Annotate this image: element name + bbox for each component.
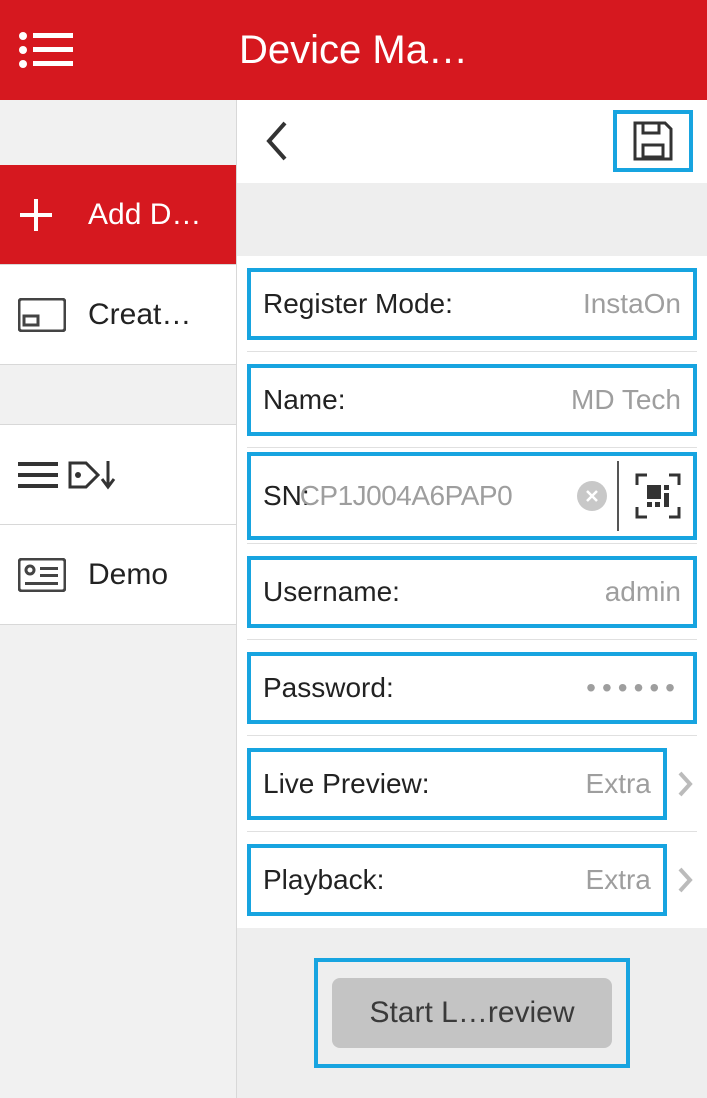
row-sn[interactable]: SN: CP1J004A6PAP0 [247,448,697,544]
tag-sort-icon [68,455,138,495]
row-live-preview[interactable]: Live Preview: Extra [247,736,697,832]
clear-icon[interactable] [577,481,607,511]
username-input[interactable]: admin [400,576,681,608]
row-password[interactable]: Password: •••••• [247,640,697,736]
app-header: Device Ma… [0,0,707,100]
field-value: Extra [384,864,650,896]
name-input[interactable]: MD Tech [345,384,681,416]
back-button[interactable] [251,116,301,166]
sidebar-item-demo[interactable]: Demo [0,525,236,625]
card-icon [18,298,88,332]
plus-icon [18,197,88,233]
sidebar-item-add-device[interactable]: Add D… [0,165,236,265]
list-icon [18,460,68,490]
field-label: Register Mode: [263,288,453,320]
sidebar-item-label: Add D… [88,198,236,232]
sidebar-item-label: Demo [88,558,236,592]
row-playback[interactable]: Playback: Extra [247,832,697,928]
content-pane: Register Mode: InstaOn Name: MD Tech SN:… [237,100,707,1098]
sidebar-item-import[interactable] [0,425,236,525]
row-register-mode[interactable]: Register Mode: InstaOn [247,256,697,352]
field-value: Extra [430,768,651,800]
demo-icon [18,558,88,592]
field-label: Live Preview: [263,768,430,800]
sn-input[interactable]: CP1J004A6PAP0 [300,480,512,512]
row-username[interactable]: Username: admin [247,544,697,640]
sidebar: Add D… Creat… [0,100,237,1098]
sidebar-item-create[interactable]: Creat… [0,265,236,365]
password-input[interactable]: •••••• [394,672,681,704]
field-label: Password: [263,672,394,704]
qr-scan-icon[interactable] [617,461,687,531]
start-live-preview-button[interactable]: Start L…review [332,978,612,1048]
field-value: InstaOn [453,288,681,320]
page-title: Device Ma… [90,28,707,73]
floppy-icon [631,119,675,163]
row-name[interactable]: Name: MD Tech [247,352,697,448]
sidebar-item-label: Creat… [88,298,236,332]
form-footer: Start L…review [237,928,707,1098]
field-label: Playback: [263,864,384,896]
field-label: Username: [263,576,400,608]
toolbar [237,100,707,183]
save-button[interactable] [613,110,693,172]
device-form: Register Mode: InstaOn Name: MD Tech SN:… [237,256,707,928]
menu-icon[interactable] [0,30,90,70]
chevron-right-icon [673,866,697,894]
chevron-right-icon [673,770,697,798]
field-label: Name: [263,384,345,416]
